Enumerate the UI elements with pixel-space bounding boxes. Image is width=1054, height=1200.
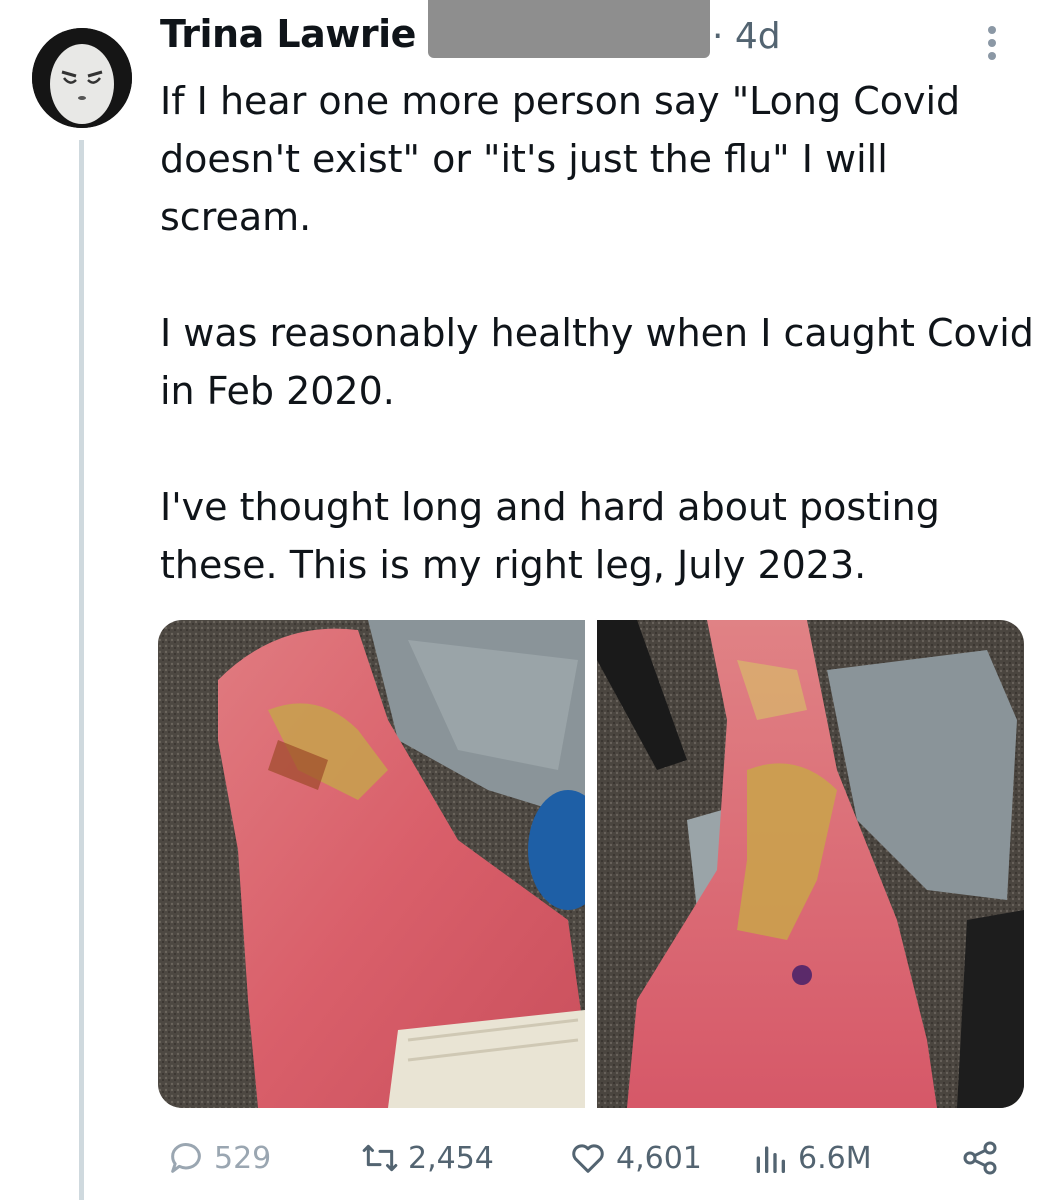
share-icon — [963, 1141, 997, 1175]
media-gallery — [158, 620, 1024, 1108]
leg-photo-2-image — [597, 620, 1024, 1108]
retweet-arrows-icon — [362, 1144, 398, 1172]
author-name[interactable]: Trina Lawrie — [160, 12, 416, 56]
heart-icon — [572, 1144, 604, 1173]
post-time[interactable]: · 4d — [712, 16, 781, 57]
tweet-paragraph: I've thought long and hard about posting… — [160, 485, 952, 587]
like-count: 4,601 — [616, 1140, 702, 1176]
author-avatar[interactable] — [32, 28, 132, 128]
views-count: 6.6M — [798, 1140, 872, 1176]
reply-count: 529 — [214, 1140, 272, 1176]
leg-photo-2[interactable] — [597, 620, 1024, 1108]
bar-chart-icon — [756, 1146, 785, 1173]
leg-photo-1-image — [158, 620, 585, 1108]
speech-bubble-icon — [171, 1143, 201, 1173]
more-vertical-icon[interactable] — [988, 26, 998, 65]
reply-button[interactable]: 529 — [166, 1138, 271, 1178]
views-button[interactable]: 6.6M — [750, 1138, 872, 1178]
thread-line — [79, 140, 84, 1200]
leg-photo-1[interactable] — [158, 620, 585, 1108]
repost-count: 2,454 — [408, 1140, 494, 1176]
tweet-text: If I hear one more person say "Long Covi… — [160, 72, 1040, 594]
egg-face-avatar-image — [32, 28, 132, 128]
like-button[interactable]: 4,601 — [568, 1138, 702, 1178]
share-button[interactable] — [960, 1138, 1000, 1178]
tweet-paragraph: I was reasonably healthy when I caught C… — [160, 311, 1046, 413]
repost-button[interactable]: 2,454 — [360, 1138, 494, 1178]
tweet-actions: 529 2,454 4,601 6.6M — [160, 1130, 1020, 1190]
tweet-paragraph: If I hear one more person say "Long Covi… — [160, 79, 973, 239]
redacted-handle — [428, 0, 710, 58]
